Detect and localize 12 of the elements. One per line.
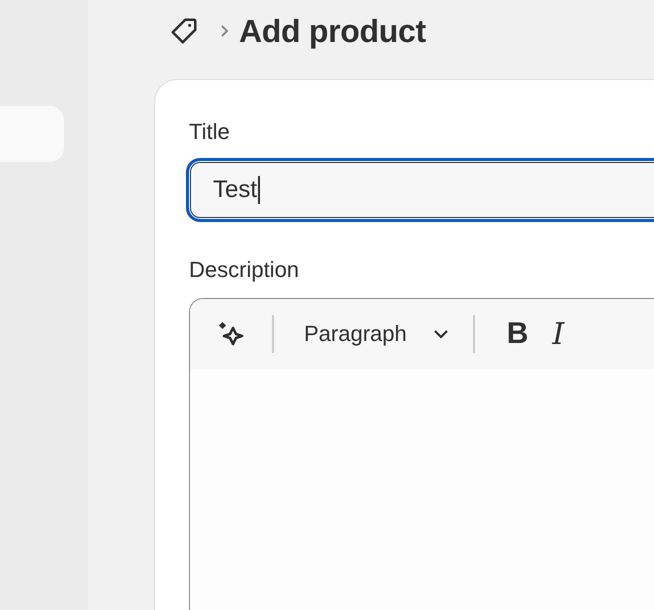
caret-icon: [432, 329, 449, 339]
tag-icon[interactable]: [169, 16, 199, 46]
field-label: Title: [189, 118, 231, 146]
title-input-field[interactable]: Test: [186, 158, 654, 222]
page-title: Add product: [239, 12, 426, 50]
bold-button[interactable]: B: [494, 317, 540, 351]
italic-button[interactable]: I: [540, 316, 576, 352]
text-cursor: [258, 176, 260, 204]
chevron-right-icon: [219, 23, 229, 39]
field-label: Description: [189, 256, 300, 284]
description-editor[interactable]: Paragraph B I: [189, 298, 654, 610]
paragraph-dropdown[interactable]: Paragraph: [290, 321, 449, 347]
